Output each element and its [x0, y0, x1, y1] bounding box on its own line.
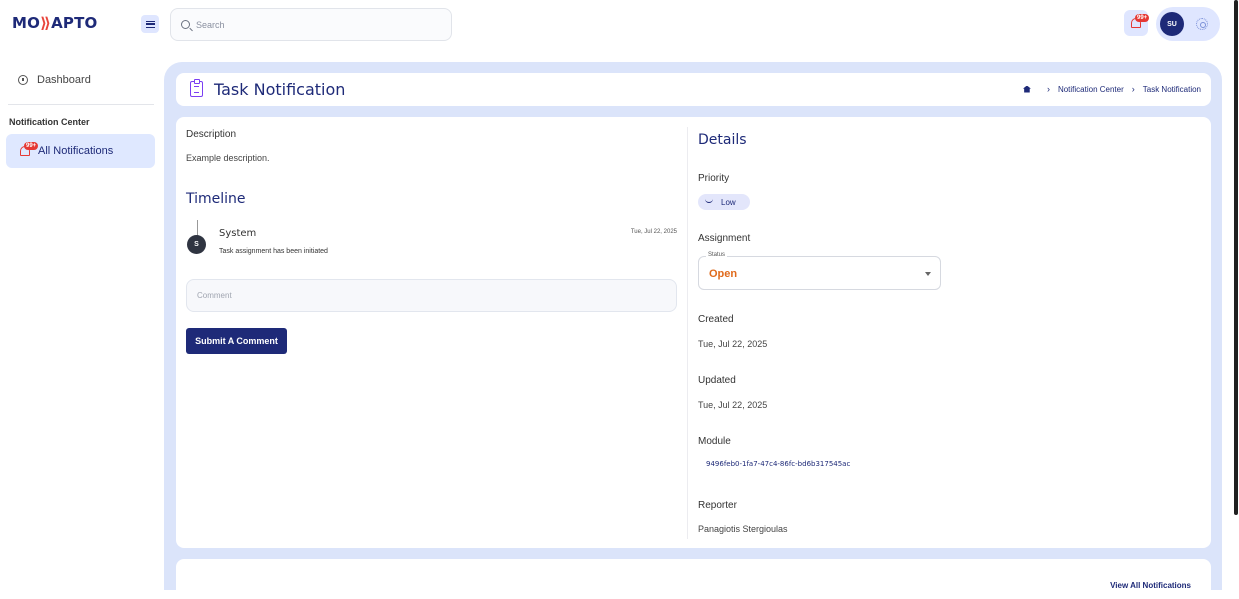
sidebar-divider [8, 104, 154, 105]
status-select[interactable]: Status Open [698, 252, 941, 290]
created-label: Created [698, 314, 734, 325]
details-title: Details [698, 132, 747, 148]
notification-badge: 99+ [1135, 14, 1150, 22]
chevron-right-icon: › [1046, 84, 1050, 94]
chevron-down-icon [925, 272, 931, 276]
scrollbar-thumb[interactable] [1234, 0, 1238, 515]
sidebar: Dashboard Notification Center 99+ All No… [0, 52, 160, 590]
updated-value: Tue, Jul 22, 2025 [698, 400, 768, 410]
bell-icon: 99+ [1130, 14, 1150, 29]
notifications-button[interactable]: 99+ [1124, 10, 1150, 36]
module-value: 9496feb0-1fa7-47c4-86fc-bd6b317545ac [706, 460, 851, 468]
timeline-title: Timeline [186, 191, 246, 207]
timeline-user: System [219, 228, 257, 239]
breadcrumb-item[interactable]: Notification Center [1058, 85, 1124, 94]
sidebar-section-title: Notification Center [9, 117, 90, 127]
search-input[interactable]: Search [170, 8, 452, 41]
sidebar-item-dashboard[interactable]: Dashboard [18, 74, 91, 86]
assignment-label: Assignment [698, 233, 751, 244]
user-menu[interactable]: SU [1156, 7, 1220, 41]
updated-label: Updated [698, 375, 736, 386]
reporter-label: Reporter [698, 500, 737, 511]
module-label: Module [698, 436, 731, 447]
bell-icon: 99+ [19, 142, 39, 157]
home-icon[interactable] [1022, 85, 1031, 93]
description-label: Description [186, 129, 237, 140]
view-all-notifications-link[interactable]: View All Notifications [1110, 581, 1191, 590]
avatar[interactable]: SU [1160, 12, 1184, 36]
timeline-avatar: S [187, 235, 206, 254]
priority-chip: Low [698, 194, 750, 210]
notification-badge: 99+ [24, 142, 39, 150]
sidebar-item-label: All Notifications [38, 145, 114, 157]
menu-toggle-button[interactable] [141, 15, 159, 33]
status-value: Open [709, 268, 738, 280]
logo[interactable]: MO⟫APTO [12, 14, 98, 32]
low-priority-icon [705, 199, 713, 203]
priority-label: Priority [698, 173, 730, 184]
description-text: Example description. [186, 153, 270, 163]
breadcrumb-item: Task Notification [1142, 84, 1201, 94]
priority-value: Low [721, 197, 736, 207]
footer-card: View All Notifications [176, 559, 1211, 599]
clipboard-icon [190, 79, 203, 97]
search-icon [181, 20, 190, 29]
notification-card: Description Example description. Timelin… [176, 117, 1211, 548]
sidebar-item-label: Dashboard [37, 74, 91, 86]
timeline-date: Tue, Jul 22, 2025 [630, 229, 677, 235]
reporter-value: Panagiotis Stergioulas [698, 524, 788, 534]
column-divider [687, 127, 688, 539]
hamburger-icon [145, 20, 155, 28]
top-bar: MO⟫APTO Search 99+ SU [0, 0, 1239, 52]
created-value: Tue, Jul 22, 2025 [698, 339, 768, 349]
submit-comment-button[interactable]: Submit A Comment [186, 328, 287, 354]
breadcrumb: › Notification Center › Task Notificatio… [1022, 84, 1201, 94]
page-header: Task Notification › Notification Center … [176, 73, 1211, 106]
chevron-right-icon: › [1131, 84, 1135, 94]
status-legend: Status [706, 252, 728, 258]
search-placeholder: Search [196, 19, 225, 30]
page-title: Task Notification [214, 80, 346, 99]
dashboard-icon [18, 75, 28, 85]
sidebar-item-all-notifications[interactable]: 99+ All Notifications [6, 134, 155, 168]
comment-input[interactable]: Comment [186, 279, 677, 312]
timeline-message: Task assignment has been initiated [219, 248, 328, 255]
gear-icon[interactable] [1196, 18, 1208, 30]
